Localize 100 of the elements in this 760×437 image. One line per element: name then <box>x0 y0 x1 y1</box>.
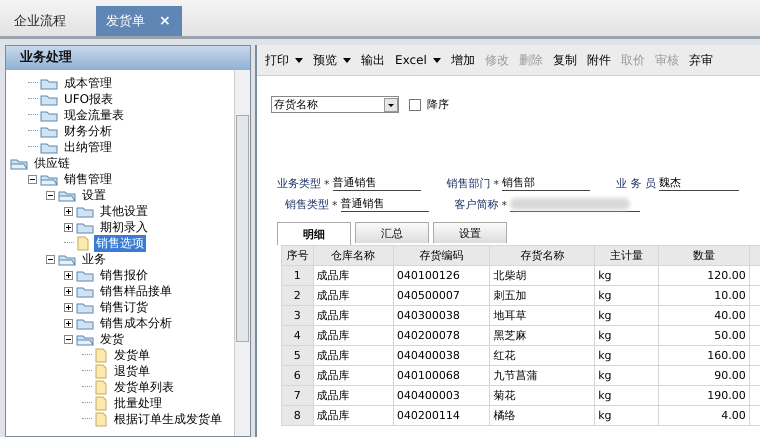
table-cell: 地耳草 <box>490 306 595 326</box>
field-label: 销售部门 <box>446 176 490 191</box>
input-field[interactable]: 销售部 <box>502 175 590 191</box>
table-cell: 40.00 <box>658 306 750 326</box>
document-icon <box>94 364 108 378</box>
table-cell: 菊花 <box>490 386 595 406</box>
column-header[interactable]: 主计量 <box>594 246 659 266</box>
table-cell: 成品库 <box>313 366 394 386</box>
row-number: 3 <box>282 306 314 326</box>
tab[interactable]: 明细 <box>277 222 351 245</box>
column-header[interactable]: 数量 <box>658 246 750 266</box>
column-header[interactable]: 存货名称 <box>490 246 595 266</box>
table-cell: kg <box>594 286 659 306</box>
table-cell: 040200078 <box>393 326 490 346</box>
table-cell: 4.00 <box>658 406 750 426</box>
caret-icon <box>384 98 398 112</box>
row-number: 4 <box>282 326 314 346</box>
tree-item[interactable]: 发货单 <box>112 346 152 364</box>
row-number: 5 <box>282 346 314 366</box>
sidebar-title: 业务处理 <box>6 46 250 70</box>
tree-item[interactable]: 根据订单生成发货单 <box>112 410 224 428</box>
checkbox[interactable] <box>409 98 421 110</box>
column-header[interactable]: 存货编码 <box>393 246 490 266</box>
tree-item[interactable]: 销售订货 <box>98 298 150 316</box>
table-cell: 040300038 <box>393 306 490 326</box>
column-header[interactable]: 序号 <box>282 246 314 266</box>
tree-item[interactable]: 现金流量表 <box>62 106 126 124</box>
expander-icon[interactable] <box>64 270 73 280</box>
document-tab[interactable]: 发货单 × <box>96 6 182 36</box>
expander-icon[interactable] <box>46 254 55 264</box>
table-cell: 橘络 <box>490 406 595 426</box>
tree-item[interactable]: 销售报价 <box>98 266 150 284</box>
expander-icon[interactable] <box>64 318 73 328</box>
tree-item[interactable]: 财务分析 <box>62 122 114 140</box>
row-number: 6 <box>282 366 314 386</box>
tree-item[interactable]: 销售管理 <box>62 170 114 188</box>
tab[interactable]: 设置 <box>433 222 507 243</box>
tree-item[interactable]: 销售成本分析 <box>98 314 174 332</box>
tree-item[interactable]: 供应链 <box>32 154 72 172</box>
expander-icon[interactable] <box>64 286 73 296</box>
table-cell: 190.00 <box>658 386 750 406</box>
tree-item[interactable]: 销售样品接单 <box>98 282 174 300</box>
row-number: 1 <box>282 266 314 286</box>
sort-field-dropdown[interactable]: 存货名称 <box>271 96 399 113</box>
table-cell: 040400038 <box>393 346 490 366</box>
table-cell: 040500007 <box>393 286 490 306</box>
row-number: 7 <box>282 386 314 406</box>
table-cell: 成品库 <box>313 406 394 426</box>
folder-icon <box>40 124 58 138</box>
required-mark: * <box>502 199 507 212</box>
tree-item[interactable]: 期初录入 <box>98 218 150 236</box>
table-cell: 红花 <box>490 346 595 366</box>
table-cell: 成品库 <box>313 346 394 366</box>
tree-item[interactable]: 发货 <box>98 330 126 348</box>
tree-item[interactable]: 其他设置 <box>98 202 150 220</box>
tree-item[interactable]: 业务 <box>80 250 108 268</box>
tree-item[interactable]: 发货单列表 <box>112 378 176 396</box>
tree-item[interactable]: 出纳管理 <box>62 138 114 156</box>
input-field[interactable] <box>510 196 640 212</box>
tree-item[interactable]: 成本管理 <box>62 74 114 92</box>
expander-icon[interactable] <box>28 174 37 184</box>
caret-icon[interactable] <box>295 58 303 62</box>
document-icon <box>94 396 108 410</box>
tree-item[interactable]: UFO报表 <box>62 90 116 108</box>
table-cell: kg <box>594 266 659 286</box>
table-cell: 040400003 <box>393 386 490 406</box>
input-field[interactable]: 魏杰 <box>659 175 739 191</box>
table-cell: 120.00 <box>658 266 750 286</box>
tree-item[interactable]: 销售选项 <box>94 234 146 252</box>
table-cell: 九节菖蒲 <box>490 366 595 386</box>
table-cell: 北柴胡 <box>490 266 595 286</box>
tree-item[interactable]: 设置 <box>80 186 108 204</box>
field-label: 业务类型 <box>277 176 321 191</box>
input-field[interactable]: 普通销售 <box>332 175 420 191</box>
caret-icon[interactable] <box>343 58 351 62</box>
close-icon[interactable]: × <box>159 13 171 29</box>
table-cell: 040200114 <box>393 406 490 426</box>
caret-icon[interactable] <box>432 58 441 62</box>
column-header[interactable]: 仓库名称 <box>313 246 394 266</box>
expander-icon[interactable] <box>64 302 73 312</box>
table-cell: kg <box>594 326 659 346</box>
folder-icon <box>40 92 58 106</box>
expander-icon[interactable] <box>64 222 73 232</box>
document-tab[interactable]: 企业流程 <box>4 6 76 36</box>
folder-icon <box>40 140 58 154</box>
folder-icon <box>40 108 58 122</box>
field-label: 销售类型 <box>285 197 329 212</box>
tree-item[interactable]: 批量处理 <box>112 394 164 412</box>
tree-item[interactable]: 退货单 <box>112 362 152 380</box>
input-field[interactable]: 普通销售 <box>340 196 428 212</box>
table-cell: 黑芝麻 <box>490 326 595 346</box>
table-cell: 成品库 <box>313 286 394 306</box>
expander-icon[interactable] <box>46 190 55 200</box>
tab[interactable]: 汇总 <box>355 222 429 243</box>
scrollbar[interactable] <box>234 70 250 436</box>
expander-icon[interactable] <box>64 334 73 344</box>
table-cell: 成品库 <box>313 386 394 406</box>
table-cell: 160.00 <box>658 346 750 366</box>
table-cell: 10.00 <box>658 286 750 306</box>
expander-icon[interactable] <box>64 206 73 216</box>
